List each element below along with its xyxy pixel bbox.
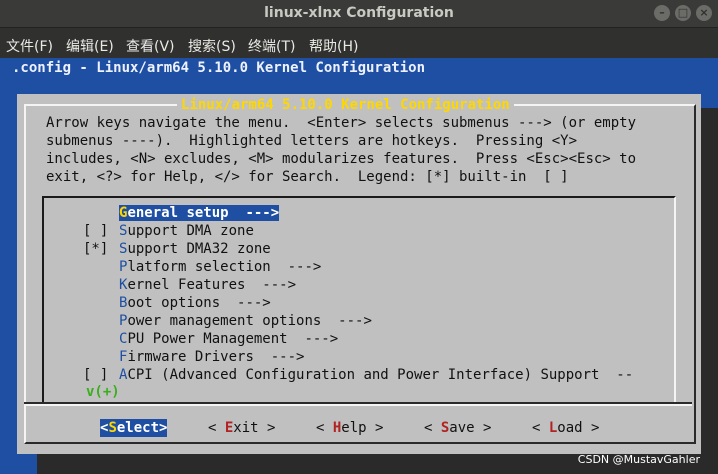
button-label: elp <box>341 420 367 436</box>
item-label: irmware Drivers ---> <box>127 349 305 365</box>
menu-item-acpi[interactable]: [ ] ACPI (Advanced Configuration and Powe… <box>83 366 633 384</box>
menu-item-platform-selection[interactable]: Platform selection ---> <box>83 258 321 276</box>
button-bracket: < <box>532 420 549 436</box>
menuconfig-dialog: Linux/arm64 5.10.0 Kernel Configuration … <box>17 94 701 454</box>
menu-item-cpu-power[interactable]: CPU Power Management ---> <box>83 330 338 348</box>
menu-view[interactable]: 查看(V) <box>126 36 175 56</box>
terminal-area[interactable]: .config - Linux/arm64 5.10.0 Kernel Conf… <box>0 58 718 474</box>
watermark: CSDN @MustavGahler <box>577 453 700 466</box>
save-button[interactable]: < Save > <box>424 419 491 437</box>
button-label: oad <box>557 420 583 436</box>
menu-help[interactable]: 帮助(H) <box>309 36 358 56</box>
button-label: ave <box>449 420 475 436</box>
menu-item-boot-options[interactable]: Boot options ---> <box>83 294 271 312</box>
help-line: submenus ----). Highlighted letters are … <box>46 133 578 149</box>
menu-list: General setup ---> [ ] Support DMA zone [… <box>42 196 676 405</box>
dialog-title: Linux/arm64 5.10.0 Kernel Configuration <box>177 97 514 113</box>
menu-edit[interactable]: 编辑(E) <box>66 36 114 56</box>
button-bracket: > <box>159 420 168 436</box>
item-label: eneral setup ---> <box>127 205 280 221</box>
item-label: PU Power Management ---> <box>127 331 339 347</box>
item-checkbox[interactable]: [ ] <box>83 222 119 240</box>
scroll-more-indicator: v(+) <box>86 384 120 400</box>
item-label: ernel Features ---> <box>127 277 297 293</box>
help-button[interactable]: < Help > <box>316 419 383 437</box>
menu-bar: 文件(F) 编辑(E) 查看(V) 搜索(S) 终端(T) 帮助(H) <box>0 28 718 58</box>
button-bracket: < <box>424 420 441 436</box>
item-label: ower management options ---> <box>127 313 372 329</box>
menu-file[interactable]: 文件(F) <box>6 36 53 56</box>
load-button[interactable]: < Load > <box>532 419 599 437</box>
menu-item-firmware-drivers[interactable]: Firmware Drivers ---> <box>83 348 304 366</box>
button-bracket: > <box>474 420 492 436</box>
window-title: linux-xlnx Configuration <box>264 5 454 21</box>
help-text: Arrow keys navigate the menu. <Enter> se… <box>46 114 696 186</box>
button-label: elect <box>116 420 160 436</box>
menu-terminal[interactable]: 终端(T) <box>248 36 295 56</box>
button-hotkey: S <box>108 420 117 436</box>
button-bracket: < <box>316 420 333 436</box>
item-label: upport DMA32 zone <box>127 241 271 257</box>
select-button[interactable]: <Select> <box>100 419 168 437</box>
button-bracket: < <box>208 420 225 436</box>
button-label: xit <box>233 420 259 436</box>
menu-search[interactable]: 搜索(S) <box>188 36 236 56</box>
help-line: exit, <?> for Help, </> for Search. Lege… <box>46 169 569 185</box>
close-button[interactable]: × <box>696 5 712 21</box>
menu-item-dma32-zone[interactable]: [*] Support DMA32 zone <box>83 240 271 258</box>
menu-item-dma-zone[interactable]: [ ] Support DMA zone <box>83 222 254 240</box>
help-line: includes, <N> excludes, <M> modularizes … <box>46 151 637 167</box>
help-line: Arrow keys navigate the menu. <Enter> se… <box>46 115 637 131</box>
maximize-button[interactable]: □ <box>675 5 691 21</box>
button-separator <box>24 402 692 406</box>
item-checkbox[interactable]: [ ] <box>83 366 119 384</box>
menu-item-general-setup[interactable]: General setup ---> <box>83 204 280 222</box>
window-titlebar: linux-xlnx Configuration – □ × <box>0 0 718 28</box>
button-bracket: > <box>582 420 600 436</box>
item-label: oot options ---> <box>127 295 271 311</box>
config-headline: .config - Linux/arm64 5.10.0 Kernel Conf… <box>12 60 426 76</box>
button-bracket: > <box>366 420 384 436</box>
exit-button[interactable]: < Exit > <box>208 419 275 437</box>
button-bracket: > <box>258 420 276 436</box>
item-label: latform selection ---> <box>127 259 322 275</box>
item-label: upport DMA zone <box>127 223 254 239</box>
menu-item-kernel-features[interactable]: Kernel Features ---> <box>83 276 296 294</box>
menu-item-power-management[interactable]: Power management options ---> <box>83 312 372 330</box>
minimize-button[interactable]: – <box>654 5 670 21</box>
item-checkbox[interactable]: [*] <box>83 240 119 258</box>
item-label: CPI (Advanced Configuration and Power In… <box>127 367 634 383</box>
